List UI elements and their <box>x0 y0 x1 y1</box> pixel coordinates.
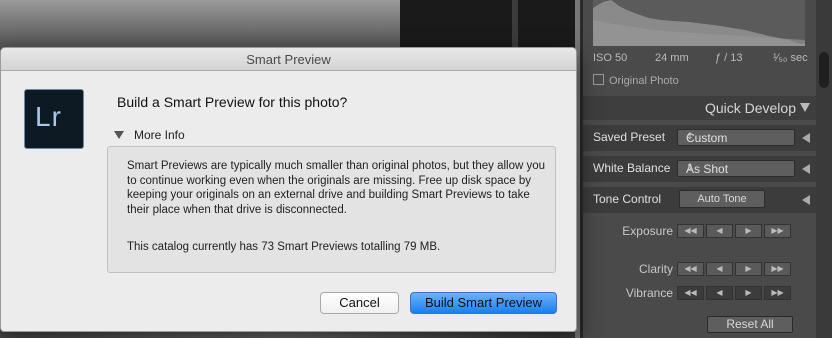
exposure-label: Exposure <box>622 224 673 238</box>
reset-all-button[interactable]: Reset All <box>707 316 793 333</box>
saved-preset-select[interactable]: Custom ⇕ <box>677 129 795 146</box>
collapse-triangle-icon <box>800 103 810 112</box>
white-balance-label: White Balance <box>593 161 671 175</box>
dialog-heading: Build a Smart Preview for this photo? <box>117 94 348 110</box>
white-balance-row: White Balance As Shot ⇕ <box>583 156 816 182</box>
info-paragraph-2: This catalog currently has 73 Smart Prev… <box>127 241 441 253</box>
clarity-inc[interactable]: ▶ <box>735 262 762 276</box>
exposure-inc-large[interactable]: ▶▶ <box>764 224 791 238</box>
build-smart-preview-button[interactable]: Build Smart Preview <box>410 292 557 314</box>
saved-preset-row: Saved Preset Custom ⇕ <box>583 125 816 151</box>
auto-tone-button[interactable]: Auto Tone <box>679 190 765 208</box>
dialog-title: Smart Preview <box>246 52 331 67</box>
panel-scrollbar[interactable] <box>816 0 832 338</box>
exposure-dec[interactable]: ◀ <box>706 224 733 238</box>
disclosure-triangle-icon <box>114 131 124 139</box>
iso-value: ISO 50 <box>593 52 628 64</box>
aperture: ƒ / 13 <box>715 52 743 64</box>
exif-info: ISO 50 24 mm ƒ / 13 ¹⁄₅₀ sec <box>593 50 813 68</box>
clarity-label: Clarity <box>638 262 673 276</box>
quick-develop-title: Quick Develop <box>704 100 796 116</box>
dialog-titlebar[interactable]: Smart Preview <box>1 48 576 71</box>
original-photo-label: Original Photo <box>609 75 679 87</box>
stepper-icon: ⇕ <box>686 162 694 172</box>
exposure-control: Exposure ◀◀ ◀ ▶ ▶▶ <box>583 220 816 242</box>
vibrance-label: Vibrance <box>625 286 673 300</box>
vibrance-inc[interactable]: ▶ <box>735 286 762 300</box>
smart-preview-dialog: Smart Preview Lr Build a Smart Preview f… <box>0 47 577 332</box>
clarity-dec[interactable]: ◀ <box>706 262 733 276</box>
cancel-button[interactable]: Cancel <box>320 292 399 314</box>
vibrance-inc-large[interactable]: ▶▶ <box>764 286 791 300</box>
lightroom-icon-text: Lr <box>35 101 62 132</box>
more-info-label: More Info <box>134 128 185 142</box>
exposure-dec-large[interactable]: ◀◀ <box>677 224 704 238</box>
lightroom-app-icon: Lr <box>24 89 84 149</box>
expand-triangle-icon[interactable] <box>802 195 810 205</box>
white-balance-select[interactable]: As Shot ⇕ <box>677 160 795 177</box>
clarity-inc-large[interactable]: ▶▶ <box>764 262 791 276</box>
exposure-inc[interactable]: ▶ <box>735 224 762 238</box>
scrollbar-thumb[interactable] <box>819 52 829 88</box>
info-box: Smart Previews are typically much smalle… <box>107 146 556 273</box>
stepper-icon: ⇕ <box>686 131 694 141</box>
histogram <box>593 0 805 46</box>
clarity-dec-large[interactable]: ◀◀ <box>677 262 704 276</box>
original-photo-toggle[interactable]: Original Photo <box>593 74 679 87</box>
quick-develop-header[interactable]: Quick Develop <box>583 96 832 120</box>
tone-control-row: Tone Control Auto Tone <box>583 187 816 213</box>
expand-triangle-icon[interactable] <box>802 133 810 143</box>
more-info-disclosure[interactable]: More Info <box>114 128 185 142</box>
vibrance-dec[interactable]: ◀ <box>706 286 733 300</box>
info-paragraph-1: Smart Previews are typically much smalle… <box>127 160 546 216</box>
clarity-control: Clarity ◀◀ ◀ ▶ ▶▶ <box>583 258 816 280</box>
checkbox-icon <box>593 74 604 85</box>
tone-control-label: Tone Control <box>593 192 662 206</box>
right-panel: ISO 50 24 mm ƒ / 13 ¹⁄₅₀ sec Original Ph… <box>583 0 832 338</box>
expand-triangle-icon[interactable] <box>802 164 810 174</box>
focal-length: 24 mm <box>655 52 689 64</box>
saved-preset-label: Saved Preset <box>593 130 666 144</box>
shutter-speed: ¹⁄₅₀ sec <box>773 52 808 64</box>
vibrance-control: Vibrance ◀◀ ◀ ▶ ▶▶ <box>583 282 816 304</box>
vibrance-dec-large[interactable]: ◀◀ <box>677 286 704 300</box>
